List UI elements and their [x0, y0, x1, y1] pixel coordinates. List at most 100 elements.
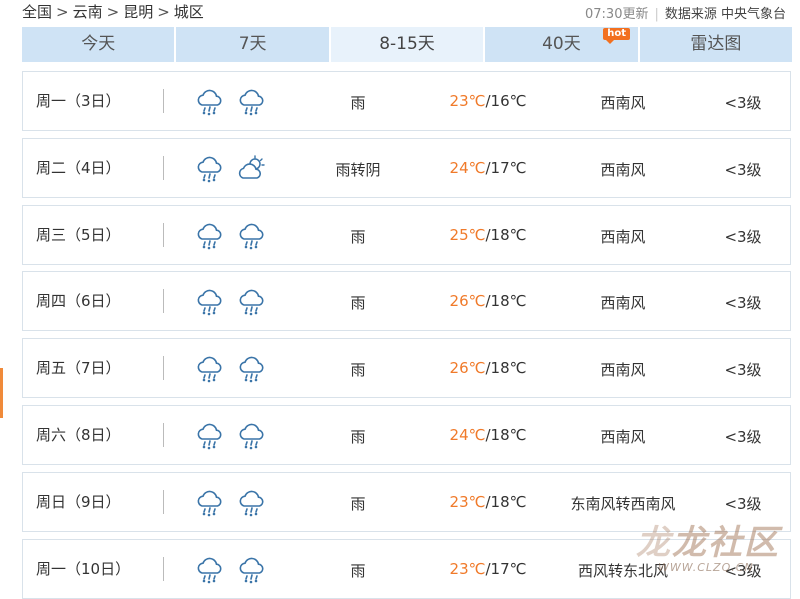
- weather-icons: [194, 420, 268, 452]
- update-info: 07:30更新 | 数据来源 中央气象台: [585, 3, 786, 22]
- temperature: 25℃/18℃: [433, 226, 543, 244]
- weather-icons: [194, 487, 268, 519]
- temp-high: 23℃: [449, 492, 486, 511]
- temperature: 23℃/18℃: [433, 493, 543, 511]
- breadcrumb: 全国 > 云南 > 昆明 > 城区: [22, 1, 204, 22]
- day-label: 周日（9日）: [36, 492, 121, 511]
- weather-desc: 雨: [350, 294, 366, 313]
- forecast-row: 周四（6日） 雨 26℃/18℃ 西南风 <3级: [22, 271, 791, 332]
- wind-level: <3级: [724, 94, 762, 112]
- weather-icons: [194, 554, 268, 586]
- wind-direction: 西南风: [600, 428, 646, 446]
- temp-low: /18℃: [485, 426, 527, 444]
- overcast-icon: [238, 155, 265, 179]
- meta-divider: |: [654, 7, 659, 22]
- forecast-row: 周六（8日） 雨 24℃/18℃ 西南风 <3级: [22, 405, 791, 465]
- day-label: 周六（8日）: [36, 426, 121, 444]
- row-divider: [163, 89, 164, 113]
- wind-direction: 西南风: [600, 361, 646, 380]
- temperature: 24℃/18℃: [433, 426, 543, 444]
- wind-direction: 西风转东北风: [577, 561, 668, 580]
- temp-low: /18℃: [485, 359, 527, 378]
- row-divider: [163, 155, 164, 180]
- breadcrumb-item[interactable]: 昆明: [123, 3, 153, 21]
- breadcrumb-separator: >: [106, 3, 120, 21]
- tab-40day[interactable]: 40天 hot: [485, 27, 640, 62]
- rain-cloud-icon: [197, 89, 222, 116]
- breadcrumb-separator: >: [56, 3, 69, 21]
- tab-7day[interactable]: 7天: [176, 27, 331, 62]
- temp-high: 24℃: [449, 158, 486, 177]
- row-divider: [163, 489, 164, 514]
- temp-low: /18℃: [485, 492, 527, 511]
- rain-cloud-icon: [197, 356, 222, 383]
- rain-cloud-icon: [239, 290, 264, 316]
- wind-level: <3级: [724, 494, 762, 513]
- day-label: 周一（10日）: [36, 559, 131, 578]
- weather-icons: [194, 286, 268, 318]
- tab-radar[interactable]: 雷达图: [639, 27, 793, 62]
- weather-icons: [194, 153, 268, 185]
- tab-today[interactable]: 今天: [22, 27, 177, 62]
- temp-low: /17℃: [485, 559, 527, 578]
- forecast-row: 周三（5日） 雨 25℃/18℃ 西南风 <3级: [22, 204, 791, 265]
- breadcrumb-item[interactable]: 城区: [174, 3, 204, 21]
- weather-desc: 雨: [350, 227, 366, 246]
- wind-level: <3级: [724, 361, 762, 380]
- wind-level: <3级: [724, 428, 762, 446]
- forecast-tabs: 今天 7天 8-15天 40天 hot 雷达图: [22, 27, 793, 62]
- left-edge-accent: [0, 368, 3, 418]
- rain-cloud-icon: [197, 490, 222, 517]
- forecast-row: 周一（3日） 雨 23℃/16℃ 西南风 <3级: [22, 71, 791, 131]
- rain-cloud-icon: [197, 156, 222, 183]
- weather-desc: 雨转阴: [335, 160, 381, 179]
- forecast-row: 周日（9日） 雨 23℃/18℃ 东南风转西南风 <3级: [22, 471, 791, 532]
- temperature: 23℃/16℃: [433, 92, 543, 110]
- temp-low: /16℃: [485, 92, 527, 110]
- wind-level: <3级: [724, 227, 762, 246]
- wind-level: <3级: [724, 160, 762, 179]
- temperature: 23℃/17℃: [433, 560, 543, 578]
- weather-desc: 雨: [350, 361, 366, 380]
- day-label: 周二（4日）: [36, 158, 121, 177]
- forecast-row: 周二（4日） 雨转阴 24℃/17℃ 西南风 <3级: [22, 137, 791, 198]
- wind-direction: 东南风转西南风: [570, 494, 676, 513]
- weather-desc: 雨: [350, 94, 366, 112]
- breadcrumb-item[interactable]: 云南: [73, 3, 103, 21]
- hot-badge: hot: [603, 28, 630, 44]
- wind-direction: 西南风: [600, 227, 646, 246]
- rain-cloud-icon: [197, 423, 222, 450]
- temp-high: 24℃: [449, 426, 486, 444]
- tab-label: 40天: [542, 34, 581, 54]
- weather-desc: 雨: [350, 494, 366, 513]
- tab-label: 今天: [81, 34, 116, 54]
- temperature: 26℃/18℃: [433, 292, 543, 310]
- wind-level: <3级: [724, 561, 762, 580]
- day-label: 周五（7日）: [36, 359, 121, 378]
- rain-cloud-icon: [197, 557, 222, 583]
- rain-cloud-icon: [239, 89, 264, 116]
- row-divider: [163, 222, 164, 247]
- rain-cloud-icon: [239, 490, 264, 517]
- wind-direction: 西南风: [600, 160, 646, 179]
- temp-high: 26℃: [449, 359, 486, 378]
- rain-cloud-icon: [239, 557, 264, 583]
- rain-cloud-icon: [197, 290, 222, 316]
- tab-8-15day[interactable]: 8-15天: [330, 27, 486, 62]
- wind-direction: 西南风: [600, 294, 646, 313]
- temperature: 26℃/18℃: [433, 359, 543, 377]
- weather-icons: [194, 86, 268, 118]
- temp-low: /18℃: [485, 292, 527, 311]
- rain-cloud-icon: [239, 223, 264, 249]
- temp-high: 25℃: [449, 225, 486, 244]
- weather-desc: 雨: [350, 561, 366, 580]
- row-divider: [163, 556, 164, 581]
- row-divider: [163, 356, 164, 381]
- rain-cloud-icon: [239, 423, 264, 450]
- temp-high: 23℃: [449, 559, 486, 578]
- temperature: 24℃/17℃: [433, 159, 543, 177]
- breadcrumb-item[interactable]: 全国: [22, 3, 52, 21]
- temp-high: 26℃: [449, 292, 486, 311]
- data-source: 数据来源 中央气象台: [664, 7, 786, 22]
- row-divider: [163, 289, 164, 314]
